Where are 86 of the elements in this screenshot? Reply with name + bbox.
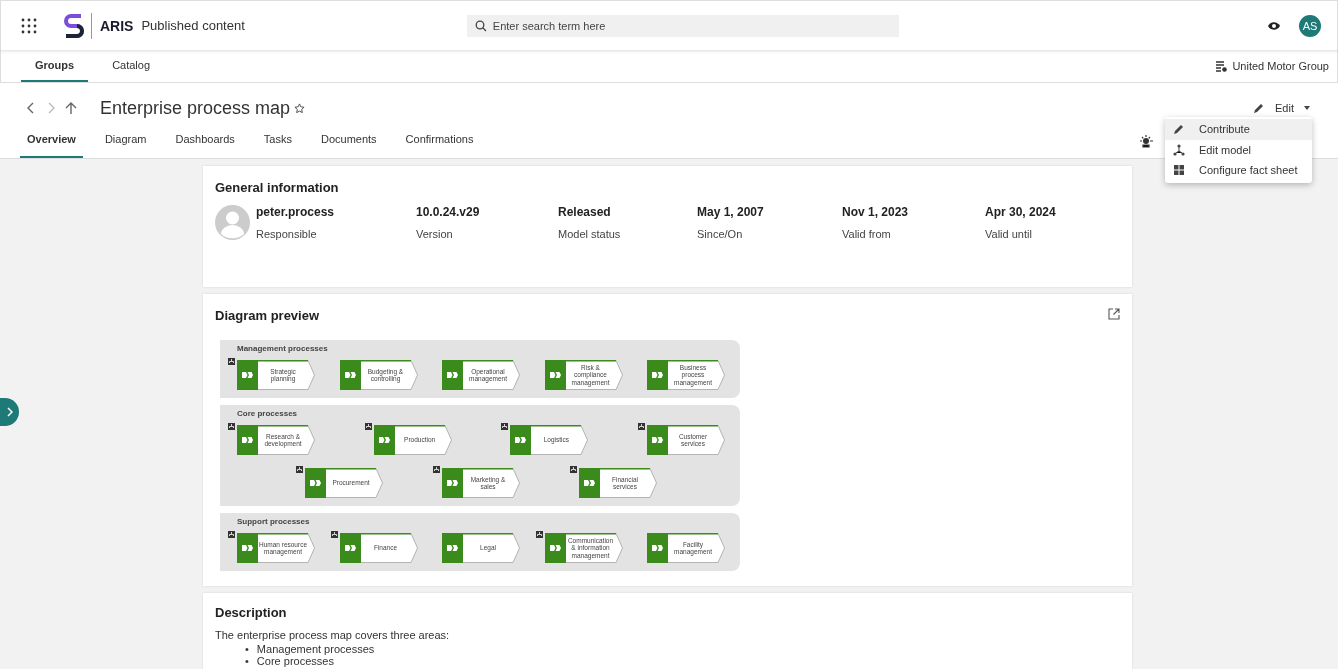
process-icon [515, 437, 527, 443]
card-title: Diagram preview [215, 308, 320, 323]
field-value: May 1, 2007 [697, 205, 765, 219]
lane-title: Management processes [237, 344, 328, 353]
process-icon [584, 480, 595, 486]
field-label: Valid from [842, 228, 892, 240]
app-name: ARIS [100, 17, 134, 34]
process-icon [549, 372, 561, 378]
page-title: Enterprise process map [100, 97, 291, 119]
menu-item-label: Edit model [1199, 143, 1251, 156]
process-icon [447, 545, 458, 551]
field-value: Apr 30, 2024 [985, 205, 1057, 219]
page-tab[interactable]: Dashboards [168, 133, 242, 158]
menu-item-label: Contribute [1199, 123, 1250, 136]
field-label: Since/On [697, 228, 744, 240]
assignment-icon[interactable] [570, 466, 577, 473]
assignment-icon[interactable] [296, 466, 303, 473]
process-icon [652, 372, 663, 378]
pencil-icon [1253, 102, 1266, 114]
field-value: peter.process [256, 205, 336, 219]
page-tab[interactable]: Overview [20, 133, 83, 158]
process-icon [447, 372, 458, 378]
user-avatar[interactable]: AS [1299, 14, 1321, 37]
menu-item[interactable]: Contribute [1165, 119, 1312, 140]
assignment-icon[interactable] [535, 531, 543, 538]
assignment-icon[interactable] [228, 423, 235, 430]
assignment-icon[interactable] [501, 423, 509, 430]
assignment-icon[interactable] [364, 423, 372, 430]
process-icon [344, 372, 356, 378]
bullet-icon: • [245, 655, 249, 667]
assignment-icon[interactable] [330, 531, 338, 538]
process-icon [651, 437, 663, 443]
page-tab[interactable]: Documents [313, 133, 384, 158]
field-label: Version [416, 228, 454, 240]
field-label: Model status [558, 228, 622, 240]
assignment-icon[interactable] [228, 531, 235, 538]
page-tab[interactable]: Diagram [97, 133, 154, 158]
lightbulb-icon[interactable] [1140, 135, 1153, 148]
bullet-item: Core processes [256, 655, 334, 667]
expand-panel-button[interactable] [0, 398, 19, 426]
process-icon [242, 372, 253, 378]
process-icon [310, 480, 321, 486]
logo-icon [63, 12, 85, 39]
field-label: Responsible [256, 228, 318, 240]
star-icon[interactable] [294, 102, 306, 114]
menu-item-label: Configure fact sheet [1199, 164, 1298, 177]
chevron-right-icon [6, 407, 13, 417]
pencil-icon [1173, 123, 1185, 136]
menu-item[interactable]: Edit model [1165, 139, 1312, 160]
field-label: Valid until [985, 228, 1033, 240]
database-icon [1216, 60, 1228, 72]
card-title: General information [215, 180, 339, 195]
grid-icon [1173, 164, 1185, 177]
menu-item[interactable]: Configure fact sheet [1165, 160, 1312, 181]
assignment-icon[interactable] [433, 466, 440, 473]
process-icon [242, 437, 253, 443]
process-icon [344, 545, 356, 551]
up-arrow-icon[interactable] [64, 101, 78, 115]
page-tab[interactable]: Tasks [256, 133, 299, 158]
user-avatar-icon [215, 205, 250, 240]
caret-icon [1304, 106, 1310, 110]
assignment-icon[interactable] [228, 358, 235, 365]
section-title: Published content [141, 18, 245, 33]
open-external-icon[interactable] [1108, 308, 1120, 320]
description-text: The enterprise process map covers three areas: [215, 629, 451, 642]
bullet-item: Management processes [256, 643, 375, 655]
search-field[interactable]: Enter search term here [466, 14, 899, 37]
lane-title: Support processes [237, 517, 310, 526]
process-icon [242, 545, 253, 551]
hierarchy-icon [1173, 143, 1185, 156]
field-value: Nov 1, 2023 [842, 205, 910, 219]
process-icon [447, 480, 458, 486]
apps-menu-icon[interactable] [21, 17, 37, 34]
card-title: Description [215, 605, 287, 620]
process-icon [549, 545, 561, 551]
assignment-icon[interactable] [637, 423, 645, 430]
nav-tab[interactable]: Catalog [98, 50, 165, 82]
process-icon [652, 545, 663, 551]
page-tab[interactable]: Confirmations [398, 133, 481, 158]
database-name[interactable]: United Motor Group [1232, 60, 1329, 72]
edit-button[interactable]: Edit [1251, 100, 1312, 116]
bullet-icon: • [245, 643, 249, 655]
field-value: Released [558, 205, 612, 219]
lane-title: Core processes [237, 409, 298, 418]
field-value: 10.0.24.v29 [416, 205, 481, 219]
process-icon [378, 437, 390, 443]
